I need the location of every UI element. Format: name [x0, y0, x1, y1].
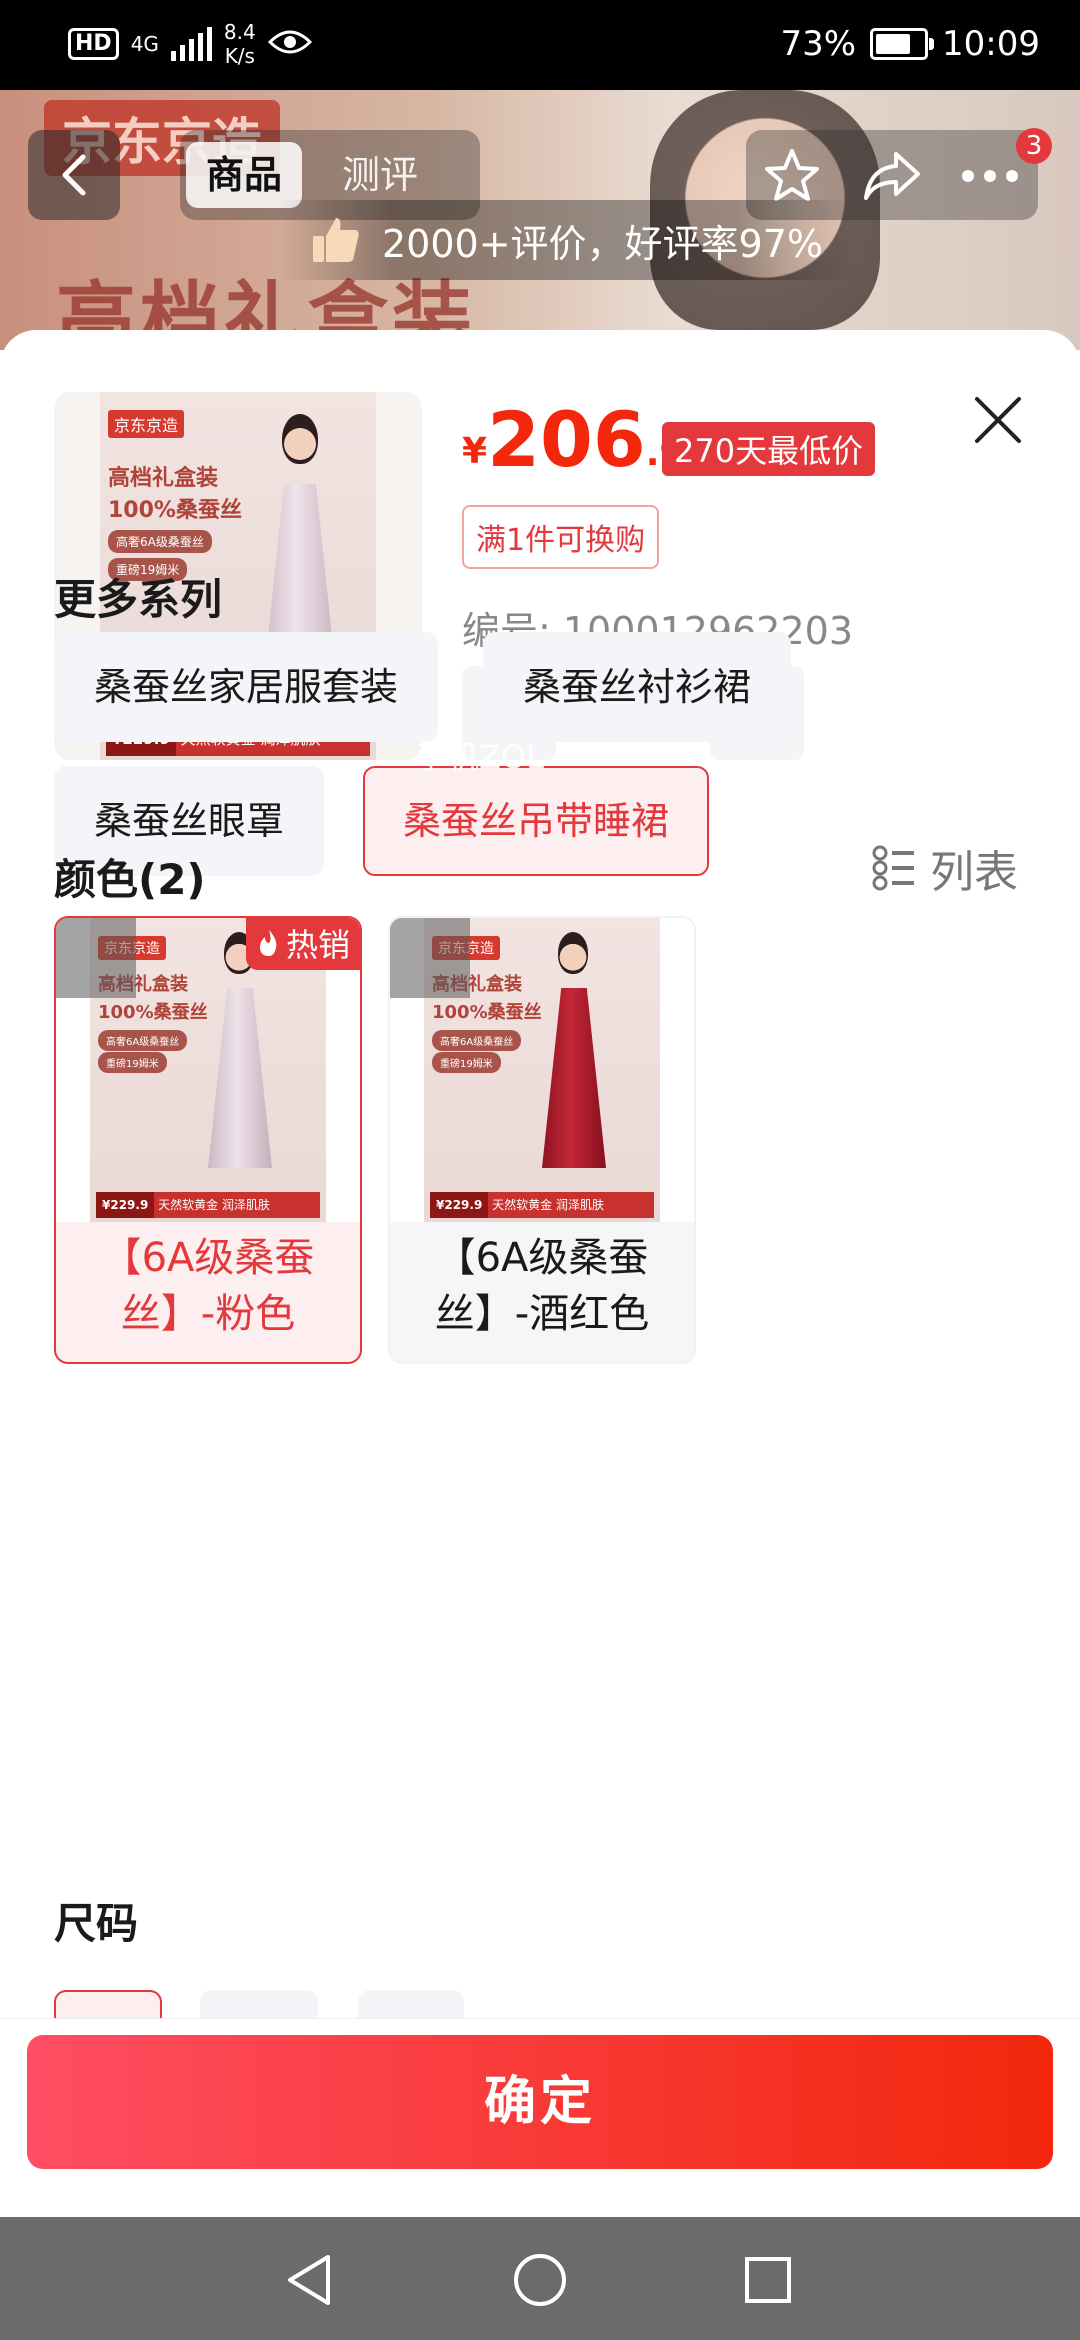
- series-option-home-set[interactable]: 桑蚕丝家居服套装: [54, 632, 439, 742]
- card-line2: 100%桑蚕丝: [432, 1002, 542, 1023]
- thumb-line2: 100%桑蚕丝: [108, 498, 242, 523]
- card-dress-pink: [208, 988, 272, 1168]
- sku-selector-sheet: 京东京造 高档礼盒装 100%桑蚕丝 高奢6A级桑蚕丝 重磅19姆米 ¥229.…: [0, 330, 1080, 2217]
- card-bottom-price: ¥229.9: [430, 1192, 489, 1218]
- series-title: 更多系列: [54, 575, 223, 624]
- back-arrow-icon: [62, 154, 86, 196]
- list-label: 列表: [930, 847, 1018, 898]
- card-pill2: 重磅19姆米: [98, 1052, 167, 1073]
- battery-percent: 73%: [780, 24, 857, 64]
- eye-icon: [267, 28, 312, 60]
- trade-in-tag[interactable]: 满1件可换购: [462, 505, 660, 569]
- share-button[interactable]: [856, 140, 928, 212]
- card-bottom-price: ¥229.9: [96, 1192, 155, 1218]
- expand-corner-icon[interactable]: [56, 918, 136, 998]
- more-icon: [962, 170, 1018, 182]
- star-icon: [765, 149, 819, 201]
- tab-goods[interactable]: 商品: [186, 142, 303, 208]
- speed-value: 8.4: [223, 20, 256, 44]
- rating-text: 2000+评价，好评率97%: [382, 221, 824, 266]
- network-type: 4G: [130, 32, 159, 56]
- series-option-slip-dress[interactable]: 桑蚕丝吊带睡裙: [363, 766, 710, 876]
- nav-home-button[interactable]: [505, 2245, 575, 2315]
- hot-sale-label: 热销: [285, 926, 350, 964]
- close-button[interactable]: [966, 388, 1030, 452]
- list-icon: [872, 845, 914, 891]
- card-pill2: 重磅19姆米: [432, 1052, 501, 1073]
- rating-summary[interactable]: 2000+评价，好评率97%: [280, 200, 854, 280]
- more-button[interactable]: [954, 140, 1026, 212]
- thumb-pill1: 高奢6A级桑蚕丝: [108, 530, 212, 553]
- list-view-toggle[interactable]: 列表: [872, 836, 1018, 900]
- notification-badge: 3: [1016, 128, 1052, 164]
- card-bottom-text: 天然软黄金 润泽肌肤: [158, 1198, 270, 1212]
- card-pill1: 高奢6A级桑蚕丝: [432, 1030, 522, 1051]
- nav-recents-button[interactable]: [733, 2245, 803, 2315]
- card-model-head: [558, 932, 588, 974]
- size-title: 尺码: [54, 1899, 139, 1948]
- bottom-action-bar: 确定: [0, 2018, 1080, 2219]
- card-line2: 100%桑蚕丝: [98, 1002, 208, 1023]
- color-label-pink: 【6A级桑蚕丝】-粉色: [101, 1235, 315, 1337]
- thumb-line1: 高档礼盒装: [108, 466, 219, 491]
- battery-icon: [870, 28, 935, 60]
- circle-home-icon: [514, 2254, 566, 2306]
- triangle-back-icon: [288, 2255, 330, 2305]
- color-image-wine-red: 京东京造 高档礼盒装 100%桑蚕丝 高奢6A级桑蚕丝 重磅19姆米 ¥229.…: [390, 918, 694, 1222]
- confirm-button[interactable]: 确定: [27, 2035, 1053, 2169]
- status-bar: HD 4G 8.4 K/s 73% 10:09: [0, 0, 1080, 90]
- series-option-shirt-dress[interactable]: 桑蚕丝衬衫裙: [483, 632, 792, 742]
- expand-corner-icon[interactable]: [390, 918, 470, 998]
- color-title: 颜色(2): [54, 855, 206, 904]
- color-label-wine-red: 【6A级桑蚕丝】-酒红色: [434, 1235, 650, 1337]
- price: ¥ 206 .9: [462, 400, 684, 480]
- network-speed: 8.4 K/s: [224, 20, 256, 68]
- system-navigation-bar: [0, 2217, 1080, 2340]
- share-icon: [864, 152, 920, 200]
- thumb-brand: 京东京造: [108, 410, 185, 438]
- flame-icon: [259, 930, 277, 956]
- hd-indicator: HD: [68, 28, 119, 60]
- close-icon: [975, 397, 1021, 443]
- color-option-wine-red[interactable]: 京东京造 高档礼盒装 100%桑蚕丝 高奢6A级桑蚕丝 重磅19姆米 ¥229.…: [388, 916, 696, 1364]
- nav-back-button[interactable]: [274, 2245, 344, 2315]
- hot-sale-badge: 热销: [245, 918, 360, 970]
- speed-unit: K/s: [224, 44, 255, 68]
- square-recents-icon: [745, 2257, 791, 2303]
- color-option-pink[interactable]: 京东京造 高档礼盒装 100%桑蚕丝 高奢6A级桑蚕丝 重磅19姆米 ¥229.…: [54, 916, 362, 1364]
- model-head: [282, 414, 318, 464]
- lowest-price-tag: 270天最低价: [662, 422, 876, 476]
- card-bottom-text: 天然软黄金 润泽肌肤: [492, 1198, 604, 1212]
- battery-fill: [876, 34, 911, 54]
- clock: 10:09: [942, 24, 1040, 64]
- card-pill1: 高奢6A级桑蚕丝: [98, 1030, 188, 1051]
- tab-review[interactable]: 测评: [322, 142, 438, 208]
- card-dress-red: [542, 988, 606, 1168]
- thumbs-up-icon: [313, 218, 359, 262]
- signal-icon: [170, 27, 212, 61]
- card-bottom-banner: ¥229.9 天然软黄金 润泽肌肤: [96, 1192, 320, 1218]
- back-button[interactable]: [28, 130, 120, 220]
- card-bottom-banner: ¥229.9 天然软黄金 润泽肌肤: [430, 1192, 654, 1218]
- price-integer: 206: [487, 395, 646, 484]
- price-currency: ¥: [462, 431, 488, 472]
